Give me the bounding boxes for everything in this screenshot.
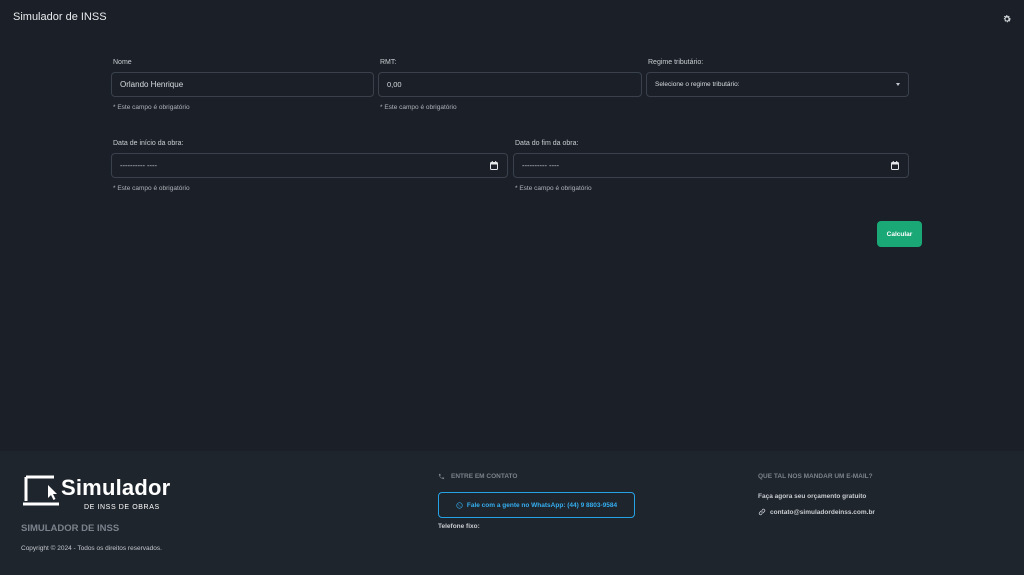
whatsapp-label: Fale com a gente no WhatsApp: (44) 9 880… [466,501,618,509]
data-inicio-input[interactable]: ---------- ---- [111,153,508,178]
gear-icon[interactable] [1002,11,1012,23]
logo-tagline: DE INSS DE OBRAS [84,504,160,511]
nome-label: Nome [113,59,132,66]
landline-label: Telefone fixo: [438,523,480,530]
nome-value: Orlando Henrique [120,80,184,89]
whatsapp-icon [456,501,463,509]
link-icon [758,508,766,516]
app-header: Simulador de INSS [0,0,1024,36]
logo-wordmark: Simulador [61,475,171,500]
regime-select[interactable]: Selecione o regime tributário: [646,72,909,97]
data-fim-label: Data do fim da obra: [515,140,579,147]
rmt-input[interactable]: 0,00 [378,72,642,97]
site-footer: Simulador DE INSS DE OBRAS SIMULADOR DE … [0,451,1024,575]
data-inicio-required-hint: * Este campo é obrigatório [113,185,190,192]
contact-heading: ENTRE EM CONTATO [438,473,517,480]
calendar-icon[interactable] [891,161,899,170]
brand-name: SIMULADOR DE INSS [21,523,120,534]
calendar-icon[interactable] [490,161,498,170]
logo[interactable]: Simulador DE INSS DE OBRAS [22,473,192,515]
nome-required-hint: * Este campo é obrigatório [113,104,190,111]
copyright-text: Copyright © 2024 - Todos os direitos res… [21,545,162,552]
rmt-label: RMT: [380,59,397,66]
regime-selected-value: Selecione o regime tributário: [655,81,740,88]
email-address: contato@simuladordeinss.com.br [770,508,875,516]
email-heading: QUE TAL NOS MANDAR UM E-MAIL? [758,473,873,480]
regime-label: Regime tributário: [648,59,704,66]
contact-heading-text: ENTRE EM CONTATO [451,473,518,480]
data-inicio-value: ---------- ---- [120,161,158,170]
phone-icon [438,473,445,480]
data-fim-input[interactable]: ---------- ---- [513,153,909,178]
data-fim-value: ---------- ---- [522,161,560,170]
email-link[interactable]: contato@simuladordeinss.com.br [758,508,875,516]
rmt-value: 0,00 [387,80,402,89]
data-inicio-label: Data de início da obra: [113,140,184,147]
app-title: Simulador de INSS [13,11,107,23]
email-subtitle: Faça agora seu orçamento gratuito [758,493,867,500]
chevron-down-icon [896,83,900,86]
rmt-required-hint: * Este campo é obrigatório [380,104,457,111]
nome-input[interactable]: Orlando Henrique [111,72,374,97]
laptop-cursor-icon [23,475,59,506]
whatsapp-button[interactable]: Fale com a gente no WhatsApp: (44) 9 880… [438,492,635,518]
data-fim-required-hint: * Este campo é obrigatório [515,185,592,192]
calcular-button[interactable]: Calcular [877,221,922,247]
